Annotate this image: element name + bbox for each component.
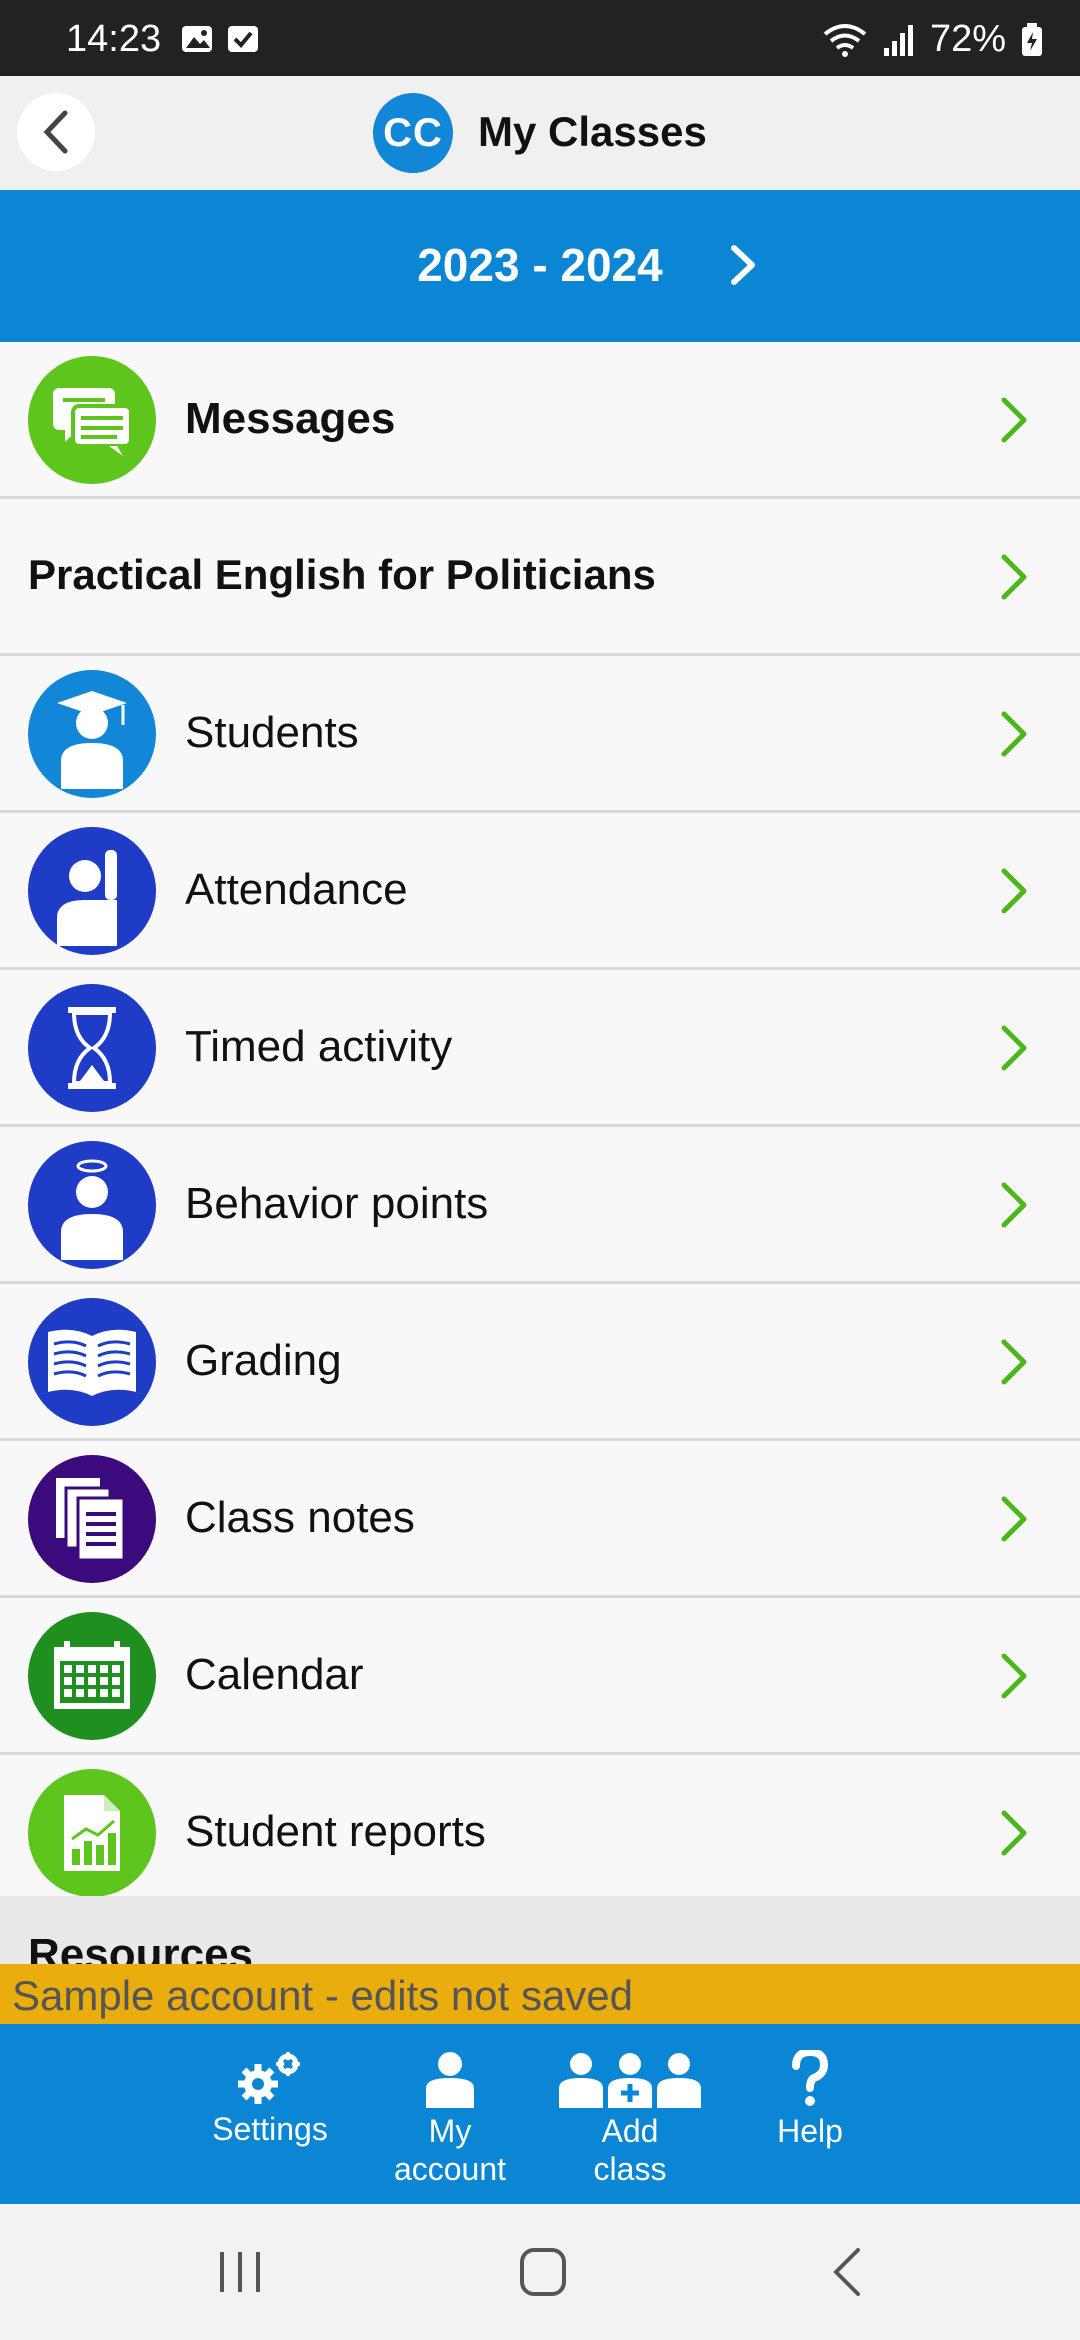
open-book-icon [28,1298,156,1426]
menu-item-calendar[interactable]: Calendar [0,1598,1080,1755]
tab-add-class[interactable]: Add class [550,2050,710,2188]
wifi-icon [823,23,867,57]
tab-label: My account [393,2113,507,2187]
system-navigation-bar [0,2204,1080,2340]
year-label: 2023 - 2024 [417,239,663,291]
person-icon [426,2052,474,2108]
chevron-right-icon [1001,1182,1027,1228]
chevron-right-icon [1001,1025,1027,1071]
chevron-right-icon [1001,1339,1027,1385]
signal-icon [883,24,913,56]
gears-icon [238,2052,300,2104]
gallery-notification-icon [182,26,212,52]
chevron-right-icon [1001,554,1027,600]
chevron-right-icon [1001,1496,1027,1542]
report-chart-icon [28,1769,156,1897]
messages-label: Messages [185,394,396,443]
tab-my-account[interactable]: My account [380,2050,520,2188]
menu-item-students[interactable]: Students [0,656,1080,813]
menu-item-grading[interactable]: Grading [0,1284,1080,1441]
menu-item-label: Grading [185,1336,342,1385]
menu-item-label: Class notes [185,1493,415,1542]
tab-label: Add class [593,2113,667,2187]
home-icon[interactable] [518,2246,568,2298]
class-name: Practical English for Politicians [28,551,656,598]
chevron-right-icon [1001,397,1027,443]
app-logo: CC [373,93,453,173]
tab-label: Settings [212,2111,328,2147]
tab-label: Help [777,2113,843,2149]
menu-item-student-reports[interactable]: Student reports [0,1755,1080,1912]
add-class-icon [559,2053,701,2108]
app-header: CC My Classes [0,76,1080,191]
messages-row[interactable]: Messages [0,342,1080,499]
battery-percent: 72% [929,18,1006,60]
recent-apps-icon[interactable] [216,2248,264,2296]
halo-person-icon [28,1141,156,1269]
menu-item-label: Student reports [185,1807,486,1856]
tab-settings[interactable]: Settings [200,2050,340,2148]
question-mark-icon [792,2050,829,2106]
chevron-right-icon [1001,1653,1027,1699]
menu-item-behavior-points[interactable]: Behavior points [0,1127,1080,1284]
resources-section-header: Resources [0,1896,1080,1964]
menu-item-attendance[interactable]: Attendance [0,813,1080,970]
menu-item-label: Timed activity [185,1022,453,1071]
class-menu-list: Messages Practical English for Politicia… [0,342,1080,1912]
raised-hand-icon [28,827,156,955]
class-name-row[interactable]: Practical English for Politicians [0,499,1080,656]
status-right: 72% [822,18,1044,61]
hourglass-icon [28,984,156,1112]
status-time: 14:23 [66,18,162,60]
system-back-icon[interactable] [828,2246,864,2298]
back-button[interactable] [17,93,95,171]
menu-item-timed-activity[interactable]: Timed activity [0,970,1080,1127]
tab-help[interactable]: Help [750,2050,870,2150]
page-title: My Classes [478,108,707,155]
menu-item-label: Students [185,708,359,757]
year-selector[interactable]: 2023 - 2024 [0,190,1080,342]
chevron-left-icon [43,110,68,154]
menu-item-label: Attendance [185,865,408,914]
chevron-right-icon [1001,1810,1027,1856]
bottom-tab-bar: Settings My account Add class Help [0,2024,1080,2204]
checkbox-notification-icon [228,26,258,52]
resources-label: Resources [28,1930,254,1964]
messages-icon [28,356,156,484]
documents-icon [28,1455,156,1583]
chevron-right-icon [1001,868,1027,914]
status-bar: 14:23 72% [0,0,1080,76]
menu-item-class-notes[interactable]: Class notes [0,1441,1080,1598]
calendar-icon [28,1612,156,1740]
sample-account-banner: Sample account - edits not saved [0,1964,1080,2024]
menu-item-label: Behavior points [185,1179,489,1228]
battery-icon [1022,22,1042,56]
menu-item-label: Calendar [185,1650,364,1699]
chevron-right-icon[interactable] [722,240,766,290]
graduate-icon [28,670,156,798]
banner-text: Sample account - edits not saved [12,1972,634,2019]
chevron-right-icon [1001,711,1027,757]
